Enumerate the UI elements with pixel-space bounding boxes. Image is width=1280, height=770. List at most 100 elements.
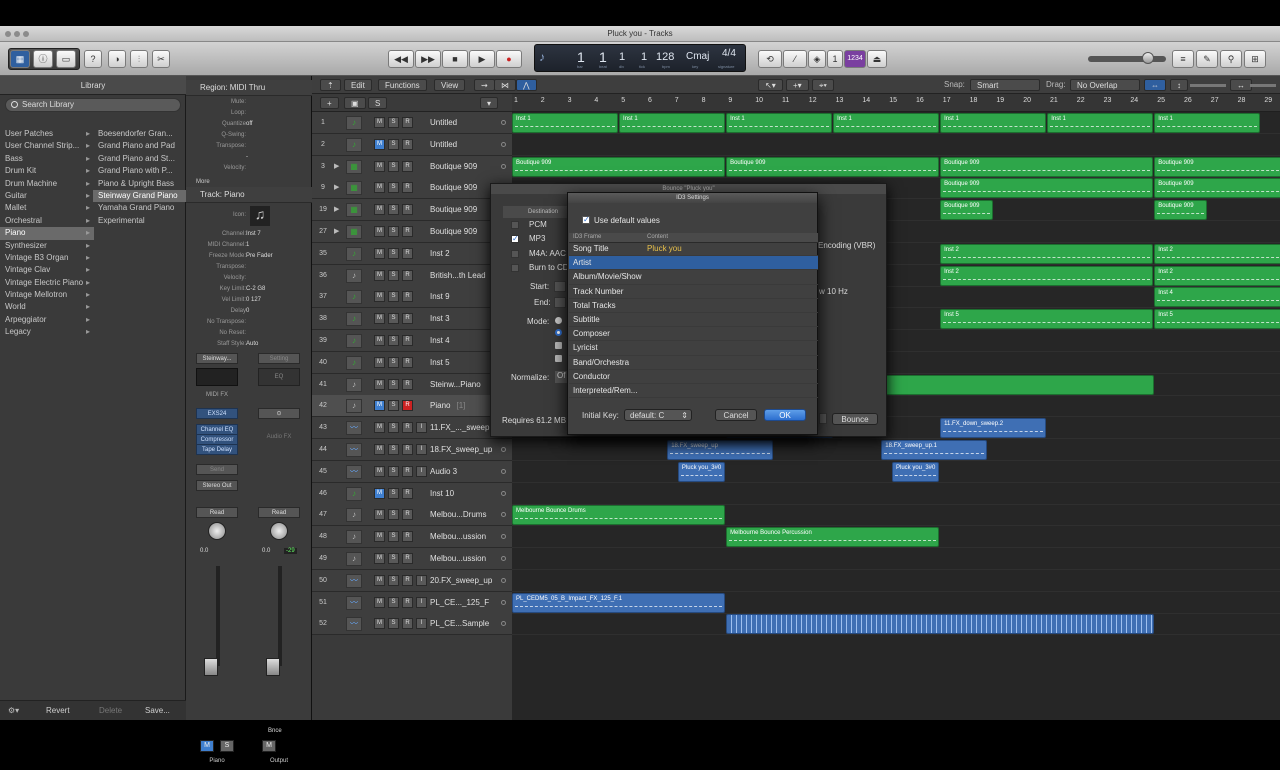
setting-button[interactable]: Steinway... — [196, 353, 238, 364]
secondary-tool-icon[interactable]: ⌖▾ — [812, 79, 834, 91]
folder-icon[interactable]: ▣ — [344, 97, 366, 109]
link-icon[interactable]: ⊙ — [258, 408, 300, 419]
track-header[interactable]: 19 ▶ ▦ M S R Boutique 909 — [312, 199, 512, 222]
smart-controls-button[interactable]: ◑ — [108, 50, 126, 68]
volume-fader-track[interactable] — [216, 566, 220, 666]
library-category-item[interactable]: Vintage B3 Organ ▸ — [0, 252, 94, 264]
region[interactable]: Boutique 909 — [940, 178, 1154, 199]
destination-checkbox[interactable] — [511, 249, 519, 258]
region[interactable]: Inst 1 — [1154, 113, 1261, 133]
track-solo-button[interactable]: S — [388, 400, 399, 412]
track-solo-button[interactable]: S — [388, 356, 399, 368]
track-solo-button[interactable]: S — [388, 487, 399, 499]
record-button[interactable]: ● — [496, 50, 522, 68]
track-record-button[interactable]: R — [402, 160, 413, 172]
lcd-signature[interactable]: 4/4 — [722, 48, 736, 59]
track-mute-button[interactable]: M — [374, 335, 385, 346]
region[interactable]: Pluck you_3#0 — [677, 461, 726, 482]
track-name[interactable]: British...th Lead — [430, 271, 486, 280]
library-category-item[interactable]: Legacy ▸ — [0, 326, 94, 338]
cancel-button-bounce[interactable] — [819, 413, 827, 424]
region[interactable] — [726, 614, 1155, 635]
region[interactable]: 18.FX_sweep_up.1 — [881, 440, 988, 460]
ruler[interactable]: 1 3 5 7 9 11 13 15 17 19 21 23 25 27 29 2 4 6 8 10 12 14 16 18 2… — [512, 94, 1280, 112]
region[interactable] — [865, 374, 1155, 395]
region[interactable]: 11.FX_down_sweep.2 — [940, 418, 1047, 439]
track-name[interactable]: Inst 9 — [430, 292, 450, 301]
mixer-button[interactable]: ⫶ — [130, 50, 148, 68]
library-category-item[interactable]: Synthesizer ▸ — [0, 240, 94, 252]
track-header[interactable]: 51 〰 M S R I PL_CE..._125_F — [312, 591, 512, 614]
track-header[interactable]: 27 ▶ ▦ M S R Boutique 909 — [312, 221, 512, 243]
library-category-item[interactable]: Bass ▸ — [0, 153, 94, 165]
region[interactable]: Boutique 909 — [726, 156, 940, 177]
id3-row[interactable]: Artist — [569, 256, 818, 271]
region[interactable]: Melbourne Bounce Percussion — [726, 527, 940, 548]
option-checkbox-2[interactable] — [555, 355, 562, 362]
track-header[interactable]: 38 ♪ M S R Inst 3 — [312, 308, 512, 331]
volume-fader-cap[interactable] — [204, 658, 218, 676]
metronome-button[interactable]: ⏏ — [867, 50, 887, 68]
region[interactable]: Melbourne Bounce Drums — [512, 505, 726, 526]
library-category-item[interactable]: Drum Machine ▸ — [0, 178, 94, 190]
view-menu[interactable]: View — [434, 79, 466, 91]
play-button[interactable]: ▶ — [469, 50, 495, 68]
track-header[interactable]: 9 ▶ ▦ M S R Boutique 909 — [312, 177, 512, 200]
destination-checkbox[interactable] — [511, 221, 519, 229]
library-category-item[interactable]: Drum Kit ▸ — [0, 165, 94, 177]
track-record-button[interactable]: R — [402, 422, 413, 434]
id3-row[interactable]: Band/Orchestra — [569, 356, 818, 370]
track-record-button[interactable]: R — [402, 291, 413, 303]
track-record-button[interactable]: R — [402, 531, 413, 543]
id3-row[interactable]: Total Tracks — [569, 299, 818, 313]
midi-fx-label[interactable]: MIDI FX — [196, 392, 238, 398]
track-name[interactable]: Inst 3 — [430, 314, 450, 323]
library-category-item[interactable]: User Patches ▸ — [0, 128, 94, 140]
forward-button[interactable]: ▶▶ — [415, 50, 441, 68]
track-record-button[interactable]: R — [402, 204, 413, 216]
track-solo-button[interactable]: S — [388, 596, 399, 608]
track-record-button[interactable]: R — [402, 400, 413, 412]
track-name[interactable]: Inst 2 — [430, 249, 450, 258]
track-record-button[interactable]: R — [402, 378, 413, 390]
region[interactable]: Inst 2 — [1154, 265, 1280, 286]
notepad-button[interactable]: ✎ — [1196, 50, 1218, 68]
inspector-param-row[interactable]: Velocity: — [186, 273, 312, 284]
track-solo-button[interactable]: S — [388, 335, 399, 346]
gear-icon[interactable]: ⚙▾ — [8, 706, 19, 715]
region[interactable]: Inst 1 — [726, 113, 833, 133]
track-lane[interactable] — [512, 548, 1280, 570]
track-header[interactable]: 50 〰 M S R I 20.FX_sweep_up — [312, 569, 512, 592]
track-record-button[interactable]: R — [402, 574, 413, 586]
track-solo-button[interactable]: S — [388, 117, 399, 128]
track-record-button[interactable]: R — [402, 269, 413, 281]
track-header[interactable]: 42 ♪ M S R Piano [1] — [312, 395, 512, 418]
track-header[interactable]: 49 ♪ M S R Melbou...ussion — [312, 548, 512, 570]
track-mute-button[interactable]: M — [374, 487, 385, 499]
inspector-param-row[interactable]: Loop: — [186, 108, 312, 119]
track-solo-button[interactable]: S — [388, 269, 399, 281]
id3-row[interactable]: Composer — [569, 327, 818, 342]
track-name[interactable]: Untitled — [430, 118, 457, 127]
inspector-param-row[interactable]: MIDI Channel: 1 — [186, 240, 312, 251]
track-lane[interactable] — [512, 570, 1280, 592]
mode-radio-2[interactable] — [555, 329, 562, 336]
track-mute-button[interactable]: M — [374, 138, 385, 150]
track-mute-button[interactable]: M — [374, 553, 385, 564]
automation-read-button[interactable]: Read — [196, 507, 238, 518]
track-record-button[interactable]: R — [402, 618, 413, 630]
track-mute-button[interactable]: M — [374, 226, 385, 237]
inspector-param-row[interactable]: Velocity: — [186, 163, 312, 174]
eq-display[interactable] — [196, 368, 238, 386]
track-name[interactable]: Inst 4 — [430, 336, 450, 345]
id3-row[interactable]: Interpreted/Rem... — [569, 384, 818, 399]
automation-read-button-output[interactable]: Read — [258, 507, 300, 518]
track-name[interactable]: Melbou...ussion — [430, 532, 486, 541]
destination-row[interactable]: M4A: AAC — [503, 247, 573, 261]
track-mute-button[interactable]: M — [374, 356, 385, 368]
region[interactable]: Inst 1 — [512, 113, 619, 133]
region[interactable]: Inst 5 — [940, 309, 1154, 330]
inspector-param-row[interactable]: Quantize off — [186, 119, 312, 130]
track-header[interactable]: 52 〰 M S R I PL_CE...Sample — [312, 613, 512, 636]
master-volume-slider[interactable] — [1088, 56, 1166, 62]
